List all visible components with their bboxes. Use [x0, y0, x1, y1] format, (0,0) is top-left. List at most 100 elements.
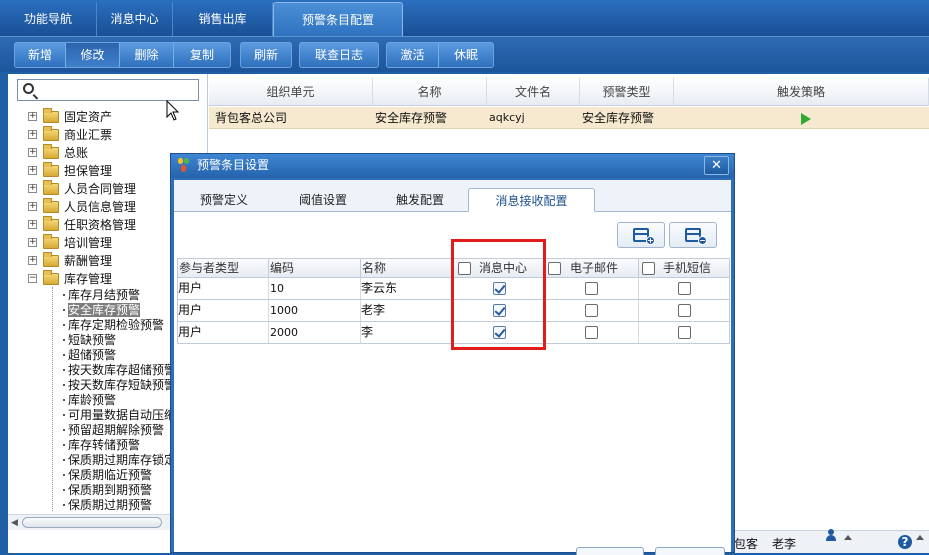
state-button-group: 激活 休眠	[386, 42, 494, 68]
column-header-trigger[interactable]: 触发策略	[674, 78, 929, 106]
sms-checkbox[interactable]	[678, 326, 691, 339]
cancel-button[interactable]	[655, 547, 725, 555]
new-button[interactable]: 新增	[15, 43, 66, 67]
tree-folder-label: 任职资格管理	[64, 218, 137, 232]
expand-icon[interactable]: +	[28, 220, 37, 229]
tree-folder[interactable]: + 人员合同管理	[28, 180, 178, 198]
collapse-icon[interactable]: −	[28, 274, 37, 283]
edit-button[interactable]: 修改	[66, 43, 120, 67]
expand-icon[interactable]: +	[28, 130, 37, 139]
help-icon[interactable]: ?	[898, 535, 912, 549]
add-row-button[interactable]: +	[617, 222, 665, 248]
tree-leaf[interactable]: 库存定期检验预警	[63, 318, 171, 333]
scrollbar-thumb[interactable]	[22, 517, 162, 528]
tree-folder[interactable]: + 商业汇票	[28, 126, 178, 144]
tab-warning-definition[interactable]: 预警定义	[174, 188, 274, 212]
email-checkbox[interactable]	[585, 282, 598, 295]
table-row[interactable]: 背包客总公司 安全库存预警 aqkcyj 安全库存预警	[209, 107, 929, 129]
tab-trigger-config[interactable]: 触发配置	[372, 188, 468, 212]
caret-up-icon[interactable]	[916, 535, 924, 540]
select-all-sms-checkbox[interactable]	[642, 262, 655, 275]
dialog-titlebar[interactable]: 预警条目设置 ✕	[171, 154, 734, 178]
tree-leaf[interactable]: 保质期过期预警	[63, 498, 171, 513]
tab-threshold-settings[interactable]: 阈值设置	[274, 188, 372, 212]
tree-leaf[interactable]: 库存月结预警	[63, 288, 171, 303]
plus-icon: +	[646, 236, 655, 245]
tree-folder[interactable]: + 任职资格管理	[28, 216, 178, 234]
close-button[interactable]: ✕	[704, 156, 729, 175]
tree-leaf[interactable]: 超储预警	[63, 348, 171, 363]
copy-button[interactable]: 复制	[174, 43, 230, 67]
tree-leaf-label: 库存转储预警	[68, 438, 141, 452]
cell-participant-type: 用户	[178, 278, 269, 299]
tree-folder[interactable]: + 总账	[28, 144, 178, 162]
tree-leaf-label: 库龄预警	[68, 393, 117, 407]
expand-icon[interactable]: +	[28, 148, 37, 157]
caret-up-icon[interactable]	[844, 535, 852, 540]
tree-leaf-selected[interactable]: 安全库存预警	[63, 303, 171, 318]
expand-icon[interactable]: +	[28, 112, 37, 121]
tree-leaf-label: 库存月结预警	[68, 288, 141, 302]
tree-folder[interactable]: + 人员信息管理	[28, 198, 178, 216]
tree-folder[interactable]: + 培训管理	[28, 234, 178, 252]
tree-folder[interactable]: + 薪酬管理	[28, 252, 178, 270]
tree-leaf[interactable]: 可用量数据自动压缩	[63, 408, 171, 423]
expand-icon[interactable]: +	[28, 202, 37, 211]
tree-folder-label: 人员合同管理	[64, 182, 137, 196]
remove-row-button[interactable]: −	[669, 222, 717, 248]
tab-function-nav[interactable]: 功能导航	[0, 2, 97, 36]
expand-icon[interactable]: +	[28, 166, 37, 175]
play-icon[interactable]	[801, 113, 811, 125]
sms-checkbox[interactable]	[678, 304, 691, 317]
scroll-left-icon[interactable]: ◀	[11, 518, 18, 528]
column-header-file[interactable]: 文件名	[487, 78, 580, 106]
column-header-name[interactable]: 名称	[373, 78, 487, 106]
email-checkbox[interactable]	[585, 304, 598, 317]
tree-folder[interactable]: + 固定资产	[28, 108, 178, 126]
user-icon[interactable]	[826, 529, 836, 541]
folder-icon	[43, 144, 59, 159]
email-checkbox[interactable]	[585, 326, 598, 339]
sleep-button[interactable]: 休眠	[439, 43, 493, 67]
folder-icon	[43, 198, 59, 213]
view-log-button[interactable]: 联查日志	[300, 43, 378, 67]
delete-button[interactable]: 删除	[120, 43, 174, 67]
column-header-org[interactable]: 组织单元	[209, 78, 373, 106]
tree-folder[interactable]: − 库存管理	[28, 270, 178, 288]
tree-leaf[interactable]: 按天数库存超储预警	[63, 363, 171, 378]
tab-message-receive-config[interactable]: 消息接收配置	[468, 188, 595, 212]
activate-button[interactable]: 激活	[387, 43, 439, 67]
tree-leaf[interactable]: 保质期临近预警	[63, 468, 171, 483]
cell-type: 安全库存预警	[582, 111, 655, 125]
refresh-button[interactable]: 刷新	[241, 43, 291, 67]
cell-sms	[639, 278, 730, 299]
tree-folder-label: 担保管理	[64, 164, 113, 178]
tree-leaf[interactable]: 保质期过期库存锁定	[63, 453, 171, 468]
cell-file: aqkcyj	[489, 111, 525, 124]
status-user: 老李	[772, 537, 797, 551]
tab-warning-config[interactable]: 预警条目配置	[273, 2, 403, 36]
tree-leaf[interactable]: 短缺预警	[63, 333, 171, 348]
folder-icon	[43, 162, 59, 177]
expand-icon[interactable]: +	[28, 256, 37, 265]
sms-checkbox[interactable]	[678, 282, 691, 295]
expand-icon[interactable]: +	[28, 184, 37, 193]
search-icon	[23, 83, 34, 94]
column-header-type[interactable]: 预警类型	[580, 78, 674, 106]
cell-code: 2000	[269, 322, 361, 343]
tree-leaf[interactable]: 预留超期解除预警	[63, 423, 171, 438]
confirm-button[interactable]	[576, 547, 644, 555]
tab-message-center[interactable]: 消息中心	[97, 2, 173, 36]
tab-sales-outbound[interactable]: 销售出库	[173, 2, 273, 36]
tree-leaf-label: 可用量数据自动压缩	[68, 408, 171, 422]
tree-leaf[interactable]: 按天数库存短缺预警	[63, 378, 171, 393]
tree-search-input[interactable]	[17, 79, 199, 101]
tree-leaf-label: 安全库存预警	[68, 303, 141, 317]
tree-folder[interactable]: + 担保管理	[28, 162, 178, 180]
select-all-email-checkbox[interactable]	[548, 262, 561, 275]
mouse-cursor-icon	[166, 100, 180, 121]
expand-icon[interactable]: +	[28, 238, 37, 247]
tree-leaf[interactable]: 保质期到期预警	[63, 483, 171, 498]
tree-leaf[interactable]: 库龄预警	[63, 393, 171, 408]
tree-leaf[interactable]: 库存转储预警	[63, 438, 171, 453]
